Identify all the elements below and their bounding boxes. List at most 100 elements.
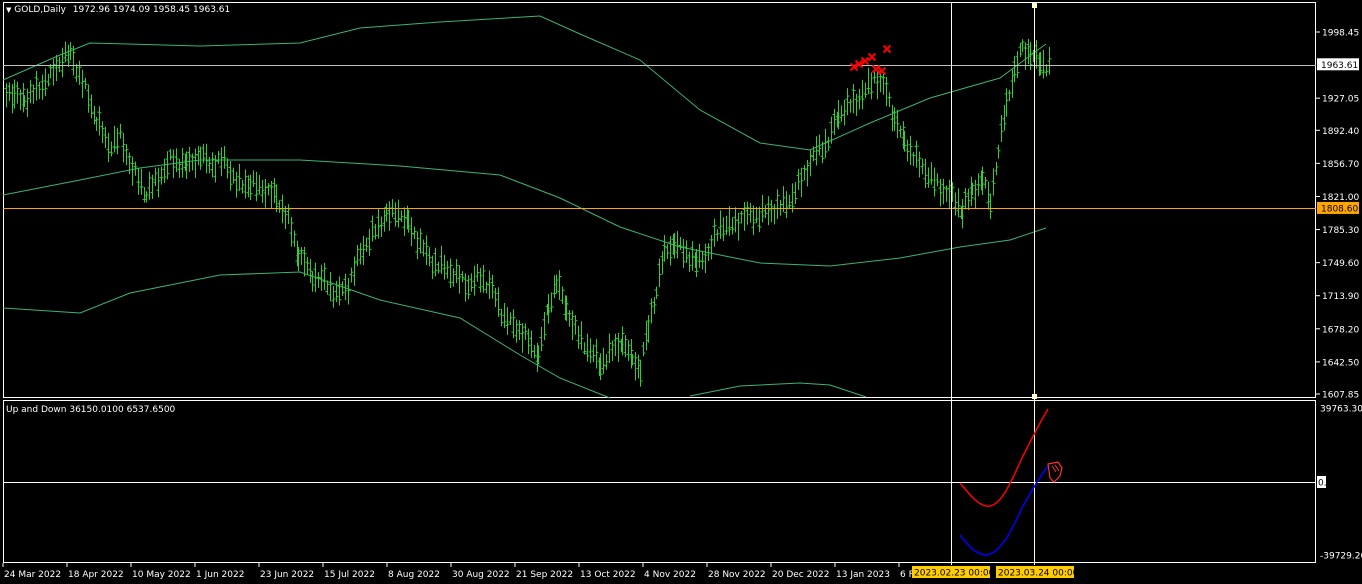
price-bar [254, 171, 259, 202]
price-bar [118, 123, 123, 139]
price-bar [409, 217, 414, 247]
price-bar [802, 165, 807, 181]
price-bar [319, 264, 324, 291]
time-label: 21 Sep 2022 [516, 570, 573, 580]
price-bar [89, 94, 94, 119]
price-bar [1007, 89, 1012, 102]
price-bar [331, 285, 336, 308]
price-bar [136, 167, 141, 195]
price-bar [370, 215, 375, 242]
price-bar [542, 312, 547, 341]
price-bar [86, 84, 91, 113]
price-bar [539, 326, 544, 352]
price-bar [51, 58, 56, 86]
price-bar [248, 174, 253, 201]
price-axis: 1998.45 1963.61 1927.05 1892.40 1856.70 1821.… [1316, 29, 1359, 401]
price-bar [983, 176, 988, 189]
price-bar [839, 105, 844, 122]
price-bar [938, 179, 943, 207]
price-bar [721, 217, 726, 241]
price-bar [511, 309, 516, 339]
lower-band-right [689, 382, 867, 398]
price-bar [591, 344, 596, 363]
price-bar [424, 235, 429, 265]
price-bar [207, 156, 212, 174]
price-bar [576, 325, 581, 349]
price-bar [684, 240, 689, 263]
upper-band [2, 15, 1047, 151]
price-bar [557, 270, 562, 300]
price-bar [742, 202, 747, 231]
price-bar [887, 92, 892, 108]
indicator-axis: 39763.309 0.00 -39729.26 [1317, 405, 1362, 562]
time-label: 1 Jun 2022 [196, 570, 244, 580]
price-bar [302, 246, 307, 277]
price-bar [310, 271, 315, 292]
price-bar [681, 238, 686, 268]
price-bar [823, 128, 828, 158]
price-bar [898, 125, 903, 138]
price-bar [567, 310, 572, 327]
price-bar [475, 263, 480, 282]
time-label: 13 Oct 2022 [580, 570, 636, 580]
price-bar [675, 231, 680, 259]
indicator-header: Up and Down 36150.0100 6537.6500 [6, 405, 175, 415]
price-bar [399, 210, 404, 222]
price-bar [920, 158, 925, 175]
price-bar [246, 175, 251, 198]
price-bar [730, 217, 735, 235]
price-bar [481, 264, 486, 293]
price-bar [1026, 38, 1031, 65]
price-bar [216, 150, 221, 165]
price-bar [594, 338, 599, 369]
price-bar [932, 167, 937, 197]
price-bar [832, 109, 837, 136]
price-bar [1041, 49, 1046, 79]
price-bar [1020, 39, 1025, 53]
price-bar [657, 258, 662, 288]
price-bar [941, 178, 946, 205]
price-bar [808, 149, 813, 177]
signal-markers [849, 44, 892, 76]
price-bar [502, 303, 507, 329]
price-bar [851, 84, 856, 114]
price-bar [234, 171, 239, 198]
dropdown-triangle-icon[interactable]: ▼ [6, 6, 11, 14]
price-bar [570, 310, 575, 340]
time-axis: 24 Mar 2022 18 Apr 2022 10 May 2022 1 Jun 2… [2, 563, 1079, 580]
price-bar [346, 277, 351, 305]
price-tag-label: 1808.60 [1321, 204, 1358, 214]
price-bar [552, 275, 557, 299]
price-bar [554, 274, 559, 294]
price-tick-label: 1678.20 [1322, 325, 1359, 335]
vline-handle-bottom[interactable] [1032, 394, 1037, 399]
price-bar [109, 141, 114, 157]
gold-daily-chart[interactable]: 1998.45 1963.61 1927.05 1892.40 1856.70 1821.… [0, 0, 1362, 584]
price-bar [376, 209, 381, 239]
price-tick-label: 1998.45 [1322, 29, 1359, 39]
price-bar [196, 146, 201, 166]
price-tick-label: 1713.90 [1322, 292, 1359, 302]
price-bar [231, 167, 236, 184]
price-bar [775, 189, 780, 219]
vline-handle-top[interactable] [1032, 3, 1037, 8]
price-bar [652, 296, 657, 314]
price-bar [996, 144, 1001, 159]
price-bar [100, 121, 105, 143]
price-bar [994, 161, 999, 176]
price-bar [361, 235, 366, 266]
price-bar [601, 347, 606, 374]
price-bar [944, 185, 949, 202]
price-bar [12, 79, 17, 109]
price-bar [646, 315, 651, 343]
price-bar [448, 258, 453, 289]
price-bar [905, 139, 910, 162]
price-bar [316, 272, 321, 288]
price-bar [863, 82, 868, 99]
symbol-header[interactable]: ▼ GOLD,Daily 1972.96 1974.09 1958.45 196… [6, 5, 230, 15]
price-bar [929, 162, 934, 185]
vline-date-label: 2023.03.24 00:00 [998, 569, 1079, 579]
price-bar [305, 256, 310, 276]
price-bar [724, 215, 729, 235]
price-bar [668, 236, 673, 266]
